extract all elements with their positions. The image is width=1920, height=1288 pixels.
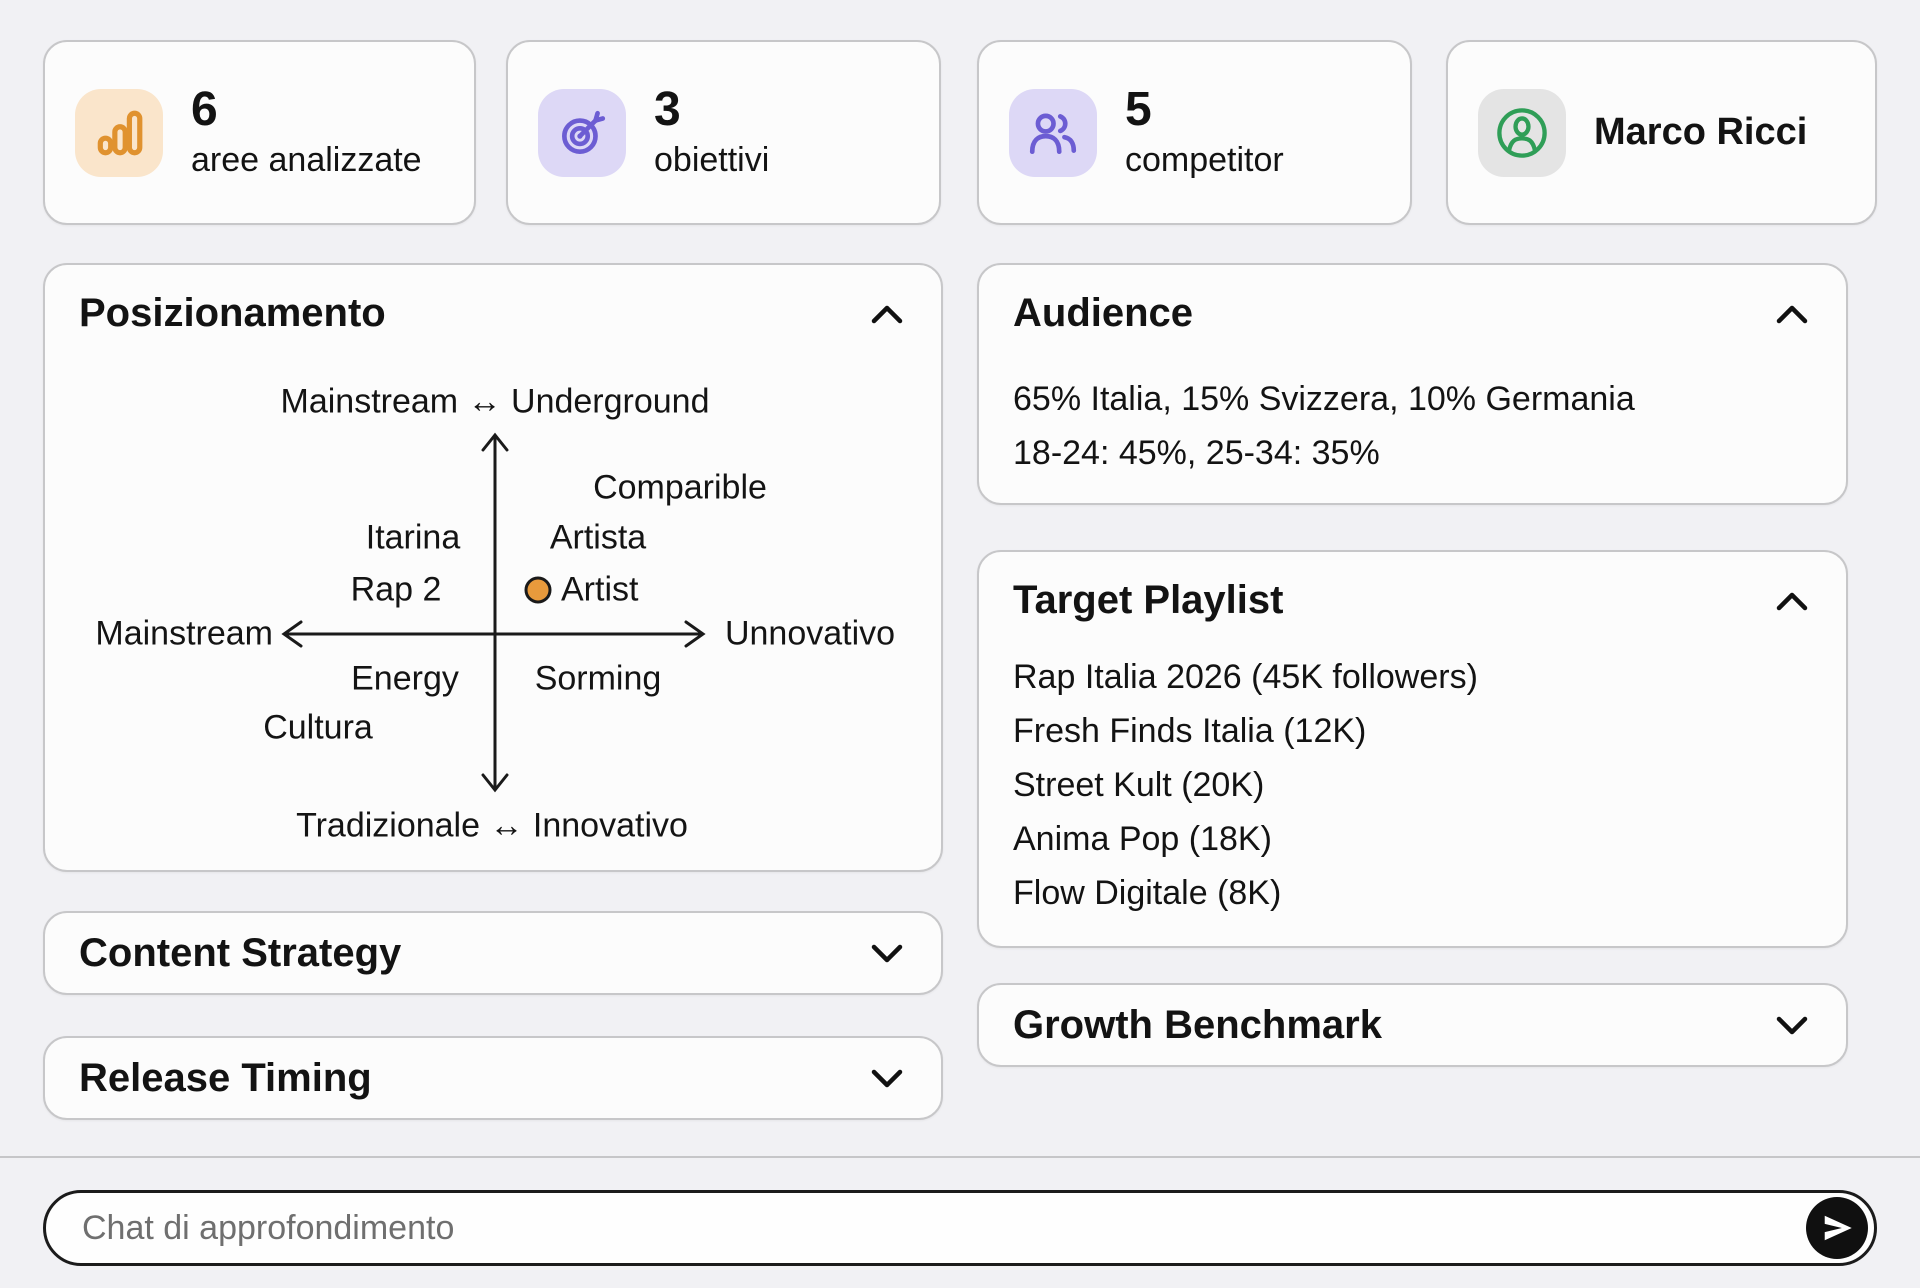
user-circle-icon [1478,89,1566,177]
stat-card-goals: 3 obiettivi [506,40,941,225]
section-posizionamento: Posizionamento Mainstream ↔ Underground … [43,263,943,872]
send-button[interactable] [1806,1197,1868,1259]
chevron-down-icon[interactable] [867,1064,907,1092]
artist-profile-card: Marco Ricci [1446,40,1877,225]
content-strategy-header[interactable]: Content Strategy [79,913,907,993]
stat-value: 5 [1125,85,1284,135]
chevron-up-icon[interactable] [1772,587,1812,615]
quadrant-label-sorming: Sorming [535,660,662,699]
stat-label: obiettivi [654,141,769,180]
section-title: Target Playlist [1013,578,1283,623]
stat-label: competitor [1125,141,1284,180]
section-title: Content Strategy [79,931,401,976]
stat-text: 6 aree analizzate [191,85,422,180]
quadrant-label-cultura: Cultura [263,709,373,748]
quadrant-label-comparible: Comparible [593,469,767,508]
section-title: Release Timing [79,1056,372,1101]
send-icon [1819,1210,1855,1246]
playlist-item: Rap Italia 2026 (45K followers) [1013,650,1816,704]
section-growth-benchmark: Growth Benchmark [977,983,1848,1067]
quadrant-label-rap2: Rap 2 [351,571,442,610]
artist-point-label: Artist [561,571,638,610]
quadrant-label-energy: Energy [351,660,459,699]
chat-input-bar [43,1190,1877,1266]
stat-value: 6 [191,85,422,135]
target-playlist-header[interactable]: Target Playlist [1013,578,1812,623]
playlist-item: Anima Pop (18K) [1013,812,1816,866]
artist-data-point [526,578,550,602]
playlist-item: Flow Digitale (8K) [1013,866,1816,920]
release-timing-header[interactable]: Release Timing [79,1038,907,1118]
playlist-item: Fresh Finds Italia (12K) [1013,704,1816,758]
section-title: Growth Benchmark [1013,1003,1382,1048]
playlist-list: Rap Italia 2026 (45K followers) Fresh Fi… [1013,650,1816,920]
bar-chart-icon [75,89,163,177]
axis-label-bottom: Tradizionale ↔ Innovativo [296,807,688,846]
artist-name: Marco Ricci [1594,111,1807,154]
chevron-down-icon[interactable] [1772,1011,1812,1039]
chevron-down-icon[interactable] [867,939,907,967]
audience-content: 65% Italia, 15% Svizzera, 10% Germania 1… [1013,372,1816,480]
section-title: Audience [1013,291,1193,336]
stat-card-areas: 6 aree analizzate [43,40,476,225]
stat-card-competitors: 5 competitor [977,40,1412,225]
audience-header[interactable]: Audience [1013,291,1812,336]
section-release-timing: Release Timing [43,1036,943,1120]
playlist-item: Street Kult (20K) [1013,758,1816,812]
target-icon [538,89,626,177]
stat-text: 3 obiettivi [654,85,769,180]
section-audience: Audience 65% Italia, 15% Svizzera, 10% G… [977,263,1848,505]
axis-label-top: Mainstream ↔ Underground [281,383,710,422]
audience-age: 18-24: 45%, 25-34: 35% [1013,426,1816,480]
audience-geo: 65% Italia, 15% Svizzera, 10% Germania [1013,372,1816,426]
stat-value: 3 [654,85,769,135]
axis-label-right: Unnovativo [725,615,895,654]
section-target-playlist: Target Playlist Rap Italia 2026 (45K fol… [977,550,1848,948]
positioning-quadrant-axes [45,265,941,870]
section-content-strategy: Content Strategy [43,911,943,995]
stat-text: 5 competitor [1125,85,1284,180]
growth-benchmark-header[interactable]: Growth Benchmark [1013,985,1812,1065]
axis-label-left: Mainstream [95,615,273,654]
users-icon [1009,89,1097,177]
stat-label: aree analizzate [191,141,422,180]
chat-input[interactable] [80,1208,1806,1249]
chevron-up-icon[interactable] [1772,300,1812,328]
quadrant-label-artista: Artista [550,519,646,558]
chat-divider [0,1156,1920,1158]
quadrant-label-itarina: Itarina [366,519,461,558]
